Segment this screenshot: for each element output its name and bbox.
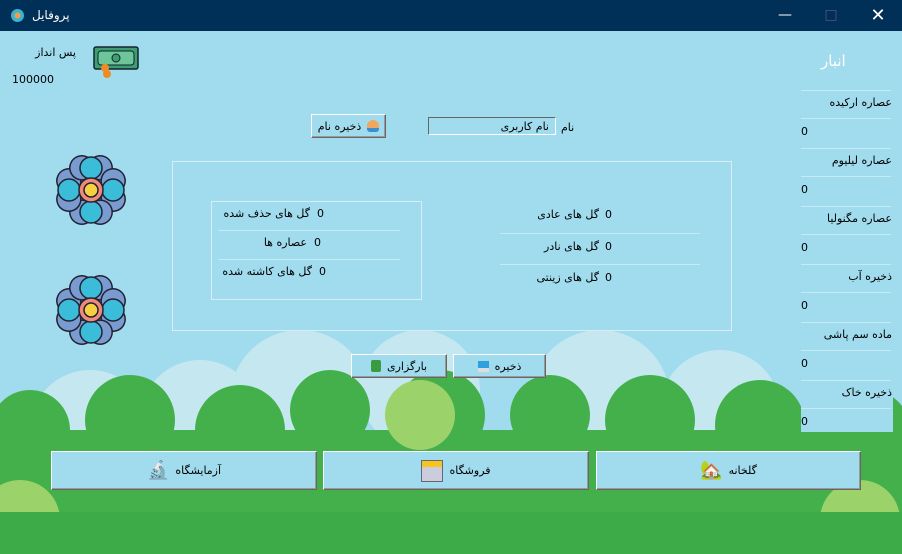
window-title: پروفایل	[32, 8, 70, 22]
planted-flowers-label: گل های کاشته شده	[222, 265, 312, 278]
savings-label: پس انداز	[35, 46, 76, 59]
title-bar: پروفایل — □ ✕	[0, 0, 902, 31]
warehouse-item-value: 0	[801, 125, 808, 138]
flower-icon	[56, 155, 126, 225]
shop-label: فروشگاه	[449, 464, 491, 477]
save-name-label: ذخیره نام	[317, 119, 362, 133]
warehouse-item-label: عصاره ارکیده	[829, 96, 893, 109]
load-button[interactable]: بارگزاری	[351, 354, 447, 378]
warehouse-item-label: ذخیره خاک	[841, 386, 892, 399]
laboratory-label: آزمایشگاه	[175, 464, 222, 477]
warehouse-item-value: 0	[801, 299, 808, 312]
floppy-disk-icon	[477, 360, 489, 372]
warehouse-item-value: 0	[801, 357, 808, 370]
warehouse-item-value: 0	[801, 415, 808, 428]
house-icon: 🏡	[700, 460, 723, 481]
normal-flowers-label: گل های عادی	[537, 208, 599, 221]
ornamental-flowers-value: 0	[605, 271, 612, 284]
rare-flowers-label: گل های نادر	[544, 240, 599, 253]
close-button[interactable]: ✕	[855, 0, 901, 31]
save-label: ذخیره	[494, 359, 522, 373]
normal-flowers-value: 0	[605, 208, 612, 221]
save-button[interactable]: ذخیره	[453, 354, 546, 378]
savings-value: 100000	[12, 73, 54, 86]
shop-button[interactable]: فروشگاه	[323, 451, 589, 490]
warehouse-item-label: ذخیره آب	[848, 270, 892, 283]
username-input[interactable]: نام کاربری	[428, 117, 556, 135]
planted-flowers-value: 0	[319, 265, 326, 278]
user-icon	[367, 120, 380, 132]
money-icon	[93, 46, 139, 78]
warehouse-item-value: 0	[801, 183, 808, 196]
app-flower-icon	[11, 9, 24, 22]
minimize-button[interactable]: —	[762, 0, 808, 31]
greenhouse-label: گلخانه	[728, 464, 757, 477]
warehouse-item-value: 0	[801, 241, 808, 254]
download-icon	[371, 360, 381, 372]
maximize-button[interactable]: □	[808, 0, 854, 31]
save-name-button[interactable]: ذخیره نام	[311, 114, 386, 138]
extracts-label: عصاره ها	[263, 236, 307, 249]
ornamental-flowers-label: گل های زینتی	[536, 271, 599, 284]
rare-flowers-value: 0	[605, 240, 612, 253]
warehouse-item-label: ماده سم پاشی	[823, 328, 892, 341]
microscope-icon: 🔬	[146, 460, 170, 481]
store-icon	[421, 459, 444, 482]
warehouse-item-label: عصاره لیلیوم	[831, 154, 892, 167]
flower-icon	[56, 275, 126, 345]
extracts-value: 0	[314, 236, 321, 249]
warehouse-title: انبار	[821, 52, 846, 70]
deleted-flowers-value: 0	[317, 207, 324, 220]
name-label: نام	[561, 121, 575, 134]
load-label: بارگزاری	[387, 359, 428, 373]
laboratory-button[interactable]: آزمایشگاه 🔬	[51, 451, 317, 490]
deleted-flowers-label: گل های حذف شده	[223, 207, 310, 220]
greenhouse-button[interactable]: گلخانه 🏡	[596, 451, 861, 490]
warehouse-item-label: عصاره مگنولیا	[826, 212, 892, 225]
